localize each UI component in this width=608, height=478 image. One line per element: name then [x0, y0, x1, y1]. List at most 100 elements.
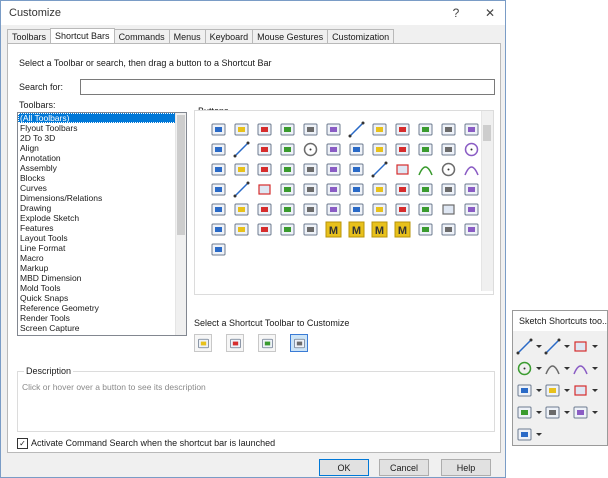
- tab-toolbars[interactable]: Toolbars: [7, 29, 52, 44]
- chevron-down-icon[interactable]: [536, 366, 542, 370]
- graph-icon[interactable]: [417, 221, 434, 238]
- toolbar-list-item[interactable]: Macro: [18, 253, 186, 263]
- toolbar-list-item[interactable]: Features: [18, 223, 186, 233]
- convert-icon[interactable]: [302, 201, 319, 218]
- macro-m-icon[interactable]: M: [371, 221, 388, 238]
- mirror-icon[interactable]: [325, 181, 342, 198]
- draft-icon[interactable]: [256, 201, 273, 218]
- chevron-down-icon[interactable]: [564, 366, 570, 370]
- display-icon[interactable]: [394, 141, 411, 158]
- scrollbar-thumb[interactable]: [483, 125, 491, 141]
- camera-icon[interactable]: [348, 141, 365, 158]
- chevron-down-icon[interactable]: [592, 388, 598, 392]
- box-icon[interactable]: [572, 379, 600, 401]
- macro-icon[interactable]: [256, 161, 273, 178]
- toolbar-list-item[interactable]: Quick Snaps: [18, 293, 186, 303]
- toolbar-list-item[interactable]: 2D To 3D: [18, 133, 186, 143]
- line-format-icon[interactable]: [233, 141, 250, 158]
- chevron-down-icon[interactable]: [536, 388, 542, 392]
- toolbar-list-item[interactable]: Markup: [18, 263, 186, 273]
- toolbar-list-item[interactable]: (All Toolbars): [18, 113, 186, 123]
- close-icon[interactable]: ✕: [479, 4, 501, 22]
- circle-icon[interactable]: [516, 357, 544, 379]
- text-icon[interactable]: [256, 121, 273, 138]
- hole-icon[interactable]: [302, 141, 319, 158]
- toolbar-list-item[interactable]: Dimensions/Relations: [18, 193, 186, 203]
- appearance-icon[interactable]: [325, 141, 342, 158]
- toolbar-list-item[interactable]: Annotation: [18, 153, 186, 163]
- gear-icon[interactable]: [463, 201, 480, 218]
- layout-icon[interactable]: [394, 121, 411, 138]
- bom-icon[interactable]: [463, 121, 480, 138]
- diagonal-line-icon[interactable]: [371, 161, 388, 178]
- section-icon[interactable]: [279, 161, 296, 178]
- toolbars-list[interactable]: (All Toolbars) Flyout Toolbars 2D To 3D Ali…: [17, 112, 187, 336]
- ellipse-icon[interactable]: [210, 181, 227, 198]
- mirror-icon[interactable]: [516, 401, 544, 423]
- settings-icon[interactable]: [325, 161, 342, 178]
- motion-icon[interactable]: [302, 221, 319, 238]
- width-icon[interactable]: [210, 221, 227, 238]
- extrude-icon[interactable]: [394, 181, 411, 198]
- move-icon[interactable]: [544, 401, 572, 423]
- cube-icon[interactable]: [440, 201, 457, 218]
- arc-icon[interactable]: [463, 161, 480, 178]
- toolbar-list-item[interactable]: Drawing: [18, 203, 186, 213]
- home-icon[interactable]: [440, 221, 457, 238]
- extrude-icon[interactable]: [572, 401, 600, 423]
- toolbar-list-item[interactable]: Layout Tools: [18, 233, 186, 243]
- cancel-button[interactable]: Cancel: [379, 459, 429, 476]
- chevron-down-icon[interactable]: [564, 388, 570, 392]
- toolbar-list-item[interactable]: Blocks: [18, 173, 186, 183]
- rectangle-icon[interactable]: [572, 335, 600, 357]
- monitor-icon[interactable]: [348, 201, 365, 218]
- slot-icon[interactable]: [417, 161, 434, 178]
- convert-icon[interactable]: [516, 379, 544, 401]
- plane-icon[interactable]: [210, 141, 227, 158]
- print-icon[interactable]: [302, 161, 319, 178]
- globe-icon[interactable]: [463, 141, 480, 158]
- crosshair-icon[interactable]: [371, 121, 388, 138]
- tab-keyboard[interactable]: Keyboard: [204, 29, 254, 44]
- tab-shortcut-bars[interactable]: Shortcut Bars: [50, 28, 115, 44]
- move-icon[interactable]: [302, 181, 319, 198]
- arc-icon[interactable]: [544, 357, 572, 379]
- box-icon[interactable]: [256, 181, 273, 198]
- toolbar-list-item[interactable]: Line Format: [18, 243, 186, 253]
- toolbar-list-item[interactable]: MBD Dimension: [18, 273, 186, 283]
- toolbar-list-item[interactable]: Screen Capture: [18, 323, 186, 333]
- plane-icon[interactable]: [516, 423, 544, 445]
- centerline-icon[interactable]: [233, 181, 250, 198]
- scrollbar-thumb[interactable]: [177, 115, 185, 235]
- flag-icon[interactable]: [417, 201, 434, 218]
- check-icon[interactable]: [371, 201, 388, 218]
- buttons-scrollbar[interactable]: [481, 111, 493, 291]
- color-icon[interactable]: [233, 221, 250, 238]
- spline-on-surface-icon[interactable]: [348, 121, 365, 138]
- help-button[interactable]: Help: [441, 459, 491, 476]
- wrap-icon[interactable]: [279, 201, 296, 218]
- page-icon[interactable]: [463, 221, 480, 238]
- toolbar-list-item[interactable]: Assembly: [18, 163, 186, 173]
- centerline-icon[interactable]: [544, 335, 572, 357]
- pick-icon[interactable]: [210, 121, 227, 138]
- help-icon[interactable]: ?: [445, 4, 467, 22]
- tab-mouse-gestures[interactable]: Mouse Gestures: [252, 29, 329, 44]
- shell-icon[interactable]: [210, 201, 227, 218]
- toolbar-list-item[interactable]: Curves: [18, 183, 186, 193]
- origin-icon[interactable]: [348, 181, 365, 198]
- activate-search-checkbox[interactable]: ✓: [17, 438, 28, 449]
- rectangle-icon[interactable]: [394, 161, 411, 178]
- model-icon[interactable]: [440, 121, 457, 138]
- part-shortcut-icon[interactable]: [194, 334, 212, 352]
- sketch-shortcut-icon[interactable]: [290, 334, 308, 352]
- toolbar-list-item[interactable]: Reference Geometry: [18, 303, 186, 313]
- assembly-icon[interactable]: [256, 221, 273, 238]
- solidworks-icon[interactable]: [233, 161, 250, 178]
- annotation-icon[interactable]: [233, 121, 250, 138]
- chevron-down-icon[interactable]: [564, 344, 570, 348]
- ok-button[interactable]: OK: [319, 459, 369, 476]
- macro-m-icon[interactable]: M: [325, 221, 342, 238]
- note-icon[interactable]: [302, 121, 319, 138]
- toolbar-list-item[interactable]: Explode Sketch: [18, 213, 186, 223]
